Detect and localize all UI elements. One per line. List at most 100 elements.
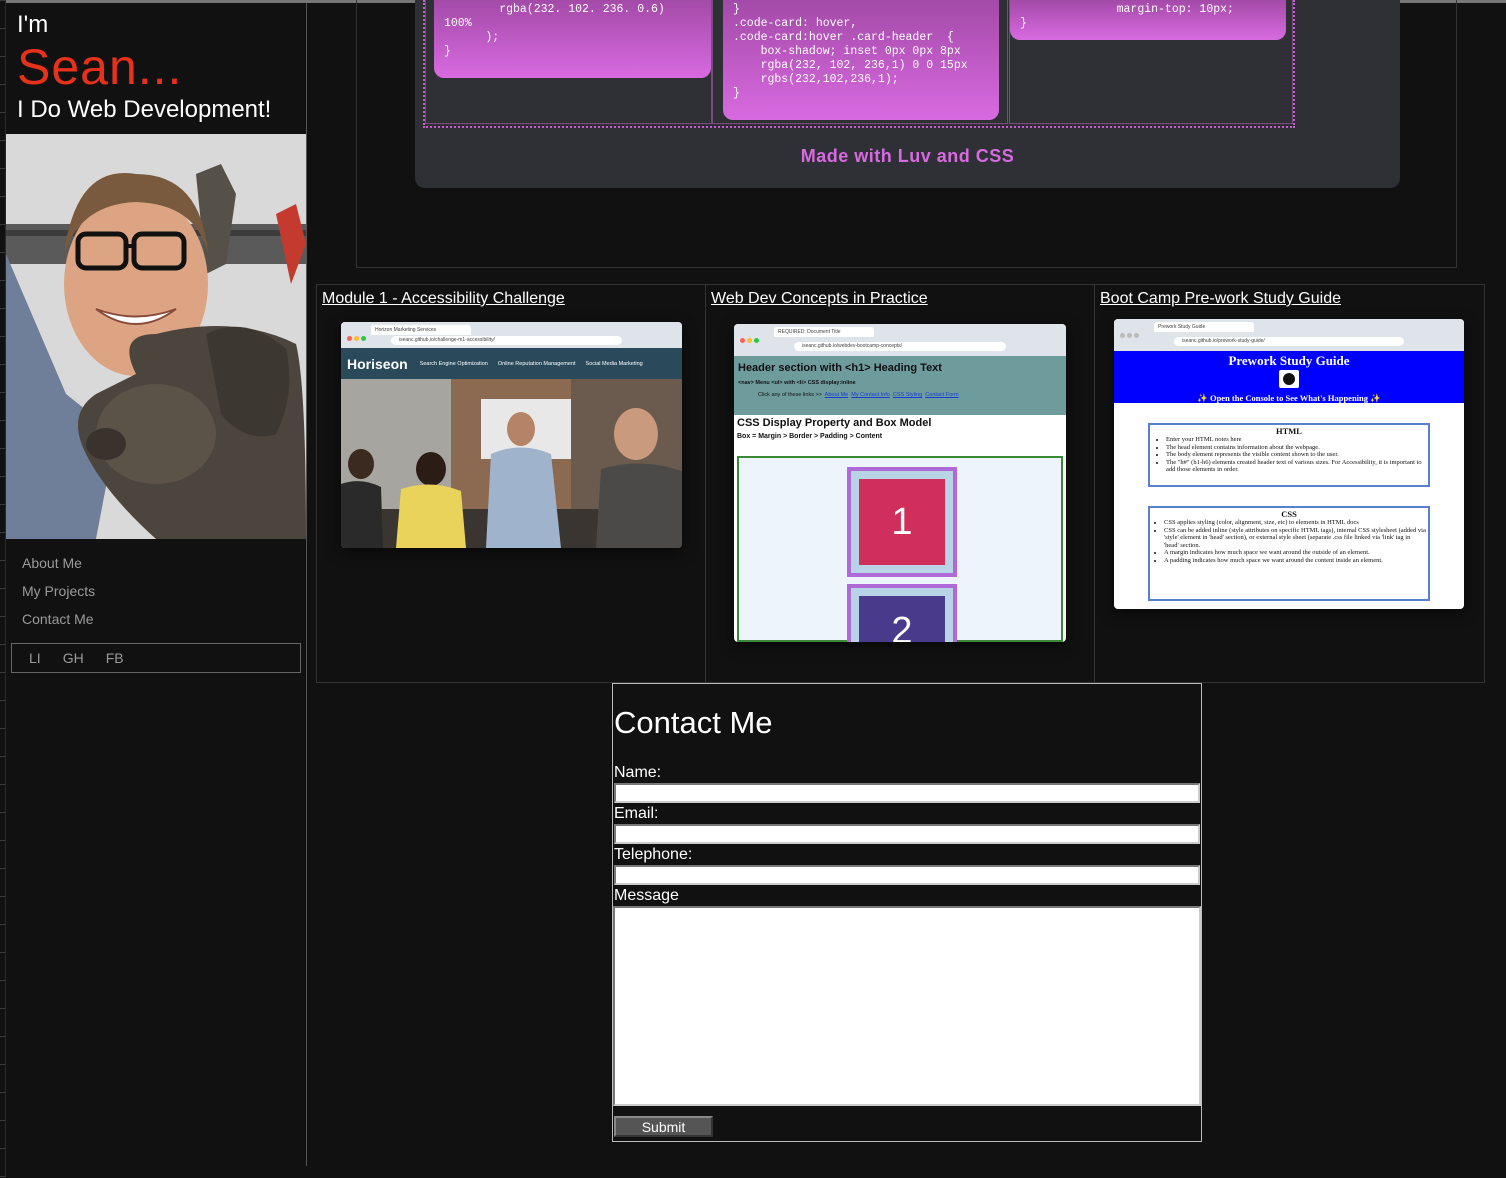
list-item: The "h#" (h1-h6) elements created header… [1166, 459, 1424, 474]
contact-title: Contact Me [614, 705, 773, 740]
horiseon-menu-seo: Search Engine Optimization [419, 360, 488, 367]
box-model-1-border: 1 [847, 467, 957, 577]
list-item: A margin indicates how much space we wan… [1164, 549, 1426, 557]
code-panel-footer: Made with Luv and CSS [800, 146, 1015, 166]
list-item: The body element represents the visible … [1166, 451, 1424, 459]
window-controls-icon [740, 330, 761, 348]
box-model-1-padding: 1 [851, 471, 953, 573]
browser-chrome: REQUIRED: Document Title iseanc.github.i… [734, 324, 1066, 356]
webdev-h2: CSS Display Property and Box Model [737, 417, 932, 429]
social-facebook-link[interactable]: FB [106, 650, 124, 666]
webdev-box-line: Box = Margin > Border > Padding > Conten… [737, 433, 883, 440]
browser-url: iseanc.github.io/challenge-m1-accessibil… [391, 336, 622, 345]
email-input[interactable] [614, 824, 1200, 844]
project-screenshot-study-guide[interactable]: Prework Study Guide iseanc.github.io/pre… [1114, 319, 1464, 609]
code-card-grid: rgba(232. 102. 236. 0.6) 100% ); } } .co… [423, 0, 1295, 128]
study-guide-subheading: ✨ Open the Console to See What's Happeni… [1197, 393, 1381, 403]
message-label: Message [614, 887, 679, 904]
submit-button[interactable]: Submit [614, 1116, 713, 1137]
nav-contact-me[interactable]: Contact Me [22, 605, 306, 633]
study-guide-css-box: CSS CSS applies styling (color, alignmen… [1148, 506, 1430, 601]
horiseon-header: Horiseon Search Engine Optimization Onli… [341, 348, 682, 379]
name-label: Name: [614, 764, 662, 781]
list-item: CSS applies styling (color, alignment, s… [1164, 519, 1426, 527]
window-controls-icon [1120, 325, 1141, 343]
sidebar: I'm Sean... I Do Web Development! About … [6, 3, 307, 1166]
code-card-1: rgba(232. 102. 236. 0.6) 100% ); } [434, 0, 711, 78]
webdev-link-contact-info: My Contact Info [851, 392, 890, 398]
profile-photo [6, 134, 306, 539]
browser-url: iseanc.github.io/webdev-bootcamp-concept… [794, 342, 1006, 351]
study-guide-css-list: CSS applies styling (color, alignment, s… [1152, 519, 1426, 565]
hero-name: Sean... [17, 39, 183, 95]
projects-section: Module 1 - Accessibility Challenge Horiz… [316, 284, 1485, 683]
project-card-study-guide: Boot Camp Pre-work Study Guide Prework S… [1095, 285, 1484, 682]
message-textarea[interactable] [613, 906, 1201, 1106]
code-column-1: rgba(232. 102. 236. 0.6) 100% ); } [425, 0, 712, 124]
email-label: Email: [614, 805, 659, 822]
code-column-2: } .code-card: hover, .code-card:hover .c… [712, 0, 1008, 124]
horiseon-menu-reputation: Online Reputation Management [497, 360, 576, 367]
box-model-2-border: 2 [847, 584, 957, 642]
list-item: Enter your HTML notes here [1166, 436, 1424, 444]
study-guide-heading: Prework Study Guide [1228, 353, 1350, 368]
webdev-box-container: 1 2 [737, 456, 1063, 642]
window-controls-icon [347, 328, 368, 346]
code-card-3: margin-top: 10px; } [1010, 0, 1286, 40]
profile-photo-illustration [6, 134, 306, 539]
telephone-label: Telephone: [614, 846, 693, 863]
sidebar-nav: About Me My Projects Contact Me [6, 539, 306, 633]
nav-my-projects[interactable]: My Projects [22, 577, 306, 605]
box-model-2-content: 2 [859, 596, 945, 642]
social-github-link[interactable]: GH [63, 650, 84, 666]
nav-about-me[interactable]: About Me [22, 549, 306, 577]
code-column-3: margin-top: 10px; } [1009, 0, 1293, 124]
browser-tab: Horizon Marketing Services [371, 325, 471, 335]
list-item: A padding indicates how much space we wa… [1164, 557, 1426, 565]
webdev-links-prefix: Click any of these links >> [758, 392, 822, 398]
box-model-2-padding: 2 [851, 588, 953, 642]
project-link-study-guide[interactable]: Boot Camp Pre-work Study Guide [1100, 290, 1341, 307]
webdev-box-model-section: CSS Display Property and Box Model Box =… [734, 415, 1066, 442]
webdev-header-section: Header section with <h1> Heading Text <n… [734, 356, 1066, 415]
hero-tagline: I Do Web Development! [17, 96, 272, 123]
study-guide-header: Prework Study Guide ✨ Open the Console t… [1114, 351, 1464, 403]
horiseon-hero-image [341, 379, 682, 548]
browser-chrome: Horizon Marketing Services iseanc.github… [341, 322, 682, 348]
name-input[interactable] [614, 783, 1200, 803]
project-screenshot-webdev-concepts[interactable]: REQUIRED: Document Title iseanc.github.i… [734, 324, 1066, 642]
project-screenshot-accessibility[interactable]: Horizon Marketing Services iseanc.github… [341, 322, 682, 548]
project-card-accessibility: Module 1 - Accessibility Challenge Horiz… [317, 285, 706, 682]
hero: I'm Sean... I Do Web Development! [6, 3, 306, 134]
webdev-nav-line: <nav> Menu <ul> with <li> CSS display:in… [738, 380, 856, 386]
telephone-input[interactable] [614, 865, 1200, 885]
browser-chrome: Prework Study Guide iseanc.github.io/pre… [1114, 319, 1464, 351]
contact-form-section: Contact Me Name: Email: Telephone: Messa… [612, 683, 1202, 1142]
project-link-webdev-concepts[interactable]: Web Dev Concepts in Practice [711, 290, 928, 307]
browser-tab: Prework Study Guide [1154, 322, 1254, 332]
social-linkedin-link[interactable]: LI [29, 650, 41, 666]
project-link-accessibility[interactable]: Module 1 - Accessibility Challenge [322, 290, 565, 307]
webdev-link-about: About Me [824, 392, 849, 398]
browser-url: iseanc.github.io/prework-study-guide/ [1174, 337, 1404, 346]
study-guide-html-title: HTML [1276, 426, 1302, 436]
study-guide-html-box: HTML Enter your HTML notes here The head… [1148, 423, 1430, 487]
code-showcase-frame: rgba(232. 102. 236. 0.6) 100% ); } } .co… [356, 0, 1457, 268]
hero-intro: I'm [17, 11, 49, 38]
study-guide-html-list: Enter your HTML notes here The head elem… [1154, 436, 1424, 474]
webdev-links-row: Click any of these links >> About Me My … [738, 392, 1062, 398]
webdev-h1: Header section with <h1> Heading Text [738, 362, 942, 374]
browser-tab: REQUIRED: Document Title [774, 327, 874, 337]
webdev-link-form: Contact Form [925, 392, 959, 398]
horiseon-brand: Horiseon [347, 355, 408, 372]
code-card-2: } .code-card: hover, .code-card:hover .c… [723, 0, 999, 120]
horiseon-menu-social: Social Media Marketing [585, 360, 643, 367]
project-card-webdev-concepts: Web Dev Concepts in Practice REQUIRED: D… [706, 285, 1095, 682]
study-guide-css-title: CSS [1281, 509, 1297, 519]
list-item: CSS can be added inline (style attribute… [1164, 527, 1426, 550]
social-links: LI GH FB [11, 643, 301, 673]
box-model-1-content: 1 [859, 479, 945, 565]
webdev-link-css: CSS Styling [892, 392, 923, 398]
code-showcase-panel: rgba(232. 102. 236. 0.6) 100% ); } } .co… [415, 0, 1400, 188]
owl-icon [1279, 370, 1299, 388]
